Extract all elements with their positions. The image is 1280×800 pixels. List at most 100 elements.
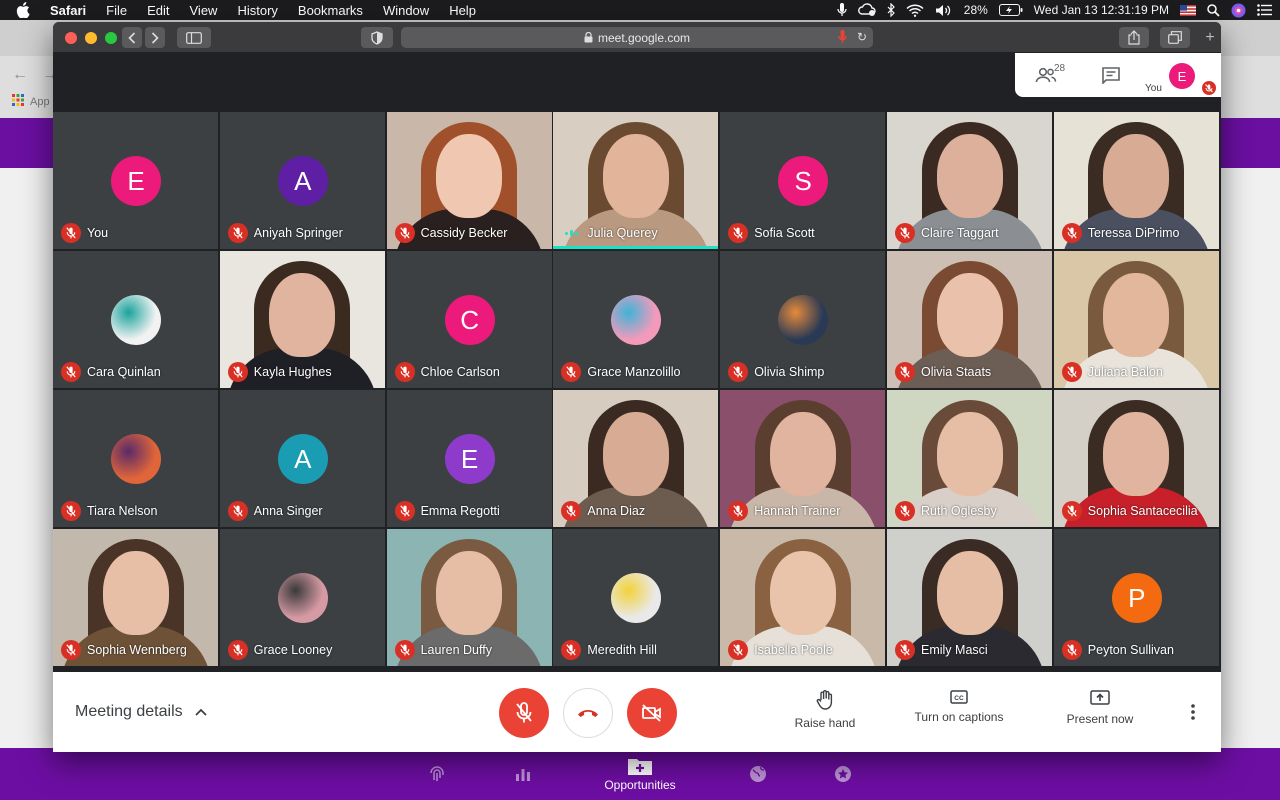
zoom-window-button[interactable] bbox=[105, 32, 117, 44]
leave-call-button[interactable] bbox=[563, 688, 613, 738]
safari-window: meet.google.com ↻ + 28 E You E You A Ani… bbox=[53, 22, 1221, 752]
menu-edit[interactable]: Edit bbox=[147, 3, 169, 18]
bluetooth-icon[interactable] bbox=[887, 3, 895, 17]
menu-window[interactable]: Window bbox=[383, 3, 429, 18]
meet-top-right-panel: 28 E You bbox=[1015, 53, 1221, 97]
hand-icon bbox=[816, 690, 833, 710]
star-badge-icon[interactable] bbox=[830, 748, 856, 800]
back-button[interactable] bbox=[122, 27, 142, 48]
menu-history[interactable]: History bbox=[237, 3, 277, 18]
participant-tile[interactable]: A Aniyah Springer bbox=[219, 112, 385, 249]
more-vert-icon bbox=[1191, 704, 1195, 720]
mic-off-icon bbox=[61, 640, 81, 660]
participant-tile[interactable]: Olivia Shimp bbox=[720, 251, 886, 388]
tab-overview-button[interactable] bbox=[1160, 27, 1190, 48]
participant-tile[interactable]: Lauren Duffy bbox=[386, 529, 552, 666]
forward-button[interactable] bbox=[145, 27, 165, 48]
participant-name-row: Cara Quinlan bbox=[61, 362, 161, 382]
participant-tile[interactable]: C Chloe Carlson bbox=[386, 251, 552, 388]
participant-name-row: Chloe Carlson bbox=[394, 362, 500, 382]
participant-tile[interactable]: Teressa DiPrimo bbox=[1053, 112, 1219, 249]
participant-tile[interactable]: Sophia Santacecilia bbox=[1053, 390, 1219, 527]
participant-name: Sophia Santacecilia bbox=[1087, 504, 1198, 518]
chat-button[interactable] bbox=[1099, 53, 1123, 97]
nav-opportunities[interactable]: Opportunities bbox=[590, 748, 690, 800]
volume-icon[interactable] bbox=[935, 4, 953, 17]
closed-captions-icon: CC bbox=[950, 690, 968, 704]
address-bar[interactable]: meet.google.com ↻ bbox=[401, 27, 873, 48]
participant-tile[interactable]: Anna Diaz bbox=[553, 390, 719, 527]
meeting-details-button[interactable]: Meeting details bbox=[75, 672, 207, 752]
fingerprint-icon[interactable] bbox=[424, 748, 450, 800]
share-button[interactable] bbox=[1119, 27, 1149, 48]
participant-tile[interactable]: Hannah Trainer bbox=[720, 390, 886, 527]
menu-file[interactable]: File bbox=[106, 3, 127, 18]
mic-off-icon bbox=[394, 501, 415, 521]
reload-icon[interactable]: ↻ bbox=[857, 30, 867, 44]
wifi-icon[interactable] bbox=[906, 4, 924, 17]
minimize-window-button[interactable] bbox=[85, 32, 97, 44]
participant-tile[interactable]: Cassidy Becker bbox=[386, 112, 552, 249]
participant-tile[interactable]: S Sofia Scott bbox=[720, 112, 886, 249]
raise-hand-button[interactable]: Raise hand bbox=[765, 690, 885, 730]
participant-name: Claire Taggart bbox=[921, 226, 999, 240]
flag-icon[interactable] bbox=[1180, 4, 1196, 16]
close-window-button[interactable] bbox=[65, 32, 77, 44]
participant-tile[interactable]: Cara Quinlan bbox=[53, 251, 218, 388]
apple-logo-icon[interactable] bbox=[16, 2, 30, 18]
participant-tile[interactable]: E Emma Regotti bbox=[386, 390, 552, 527]
participant-tile[interactable]: E You bbox=[53, 112, 218, 249]
present-now-button[interactable]: Present now bbox=[1040, 690, 1160, 726]
battery-percent[interactable]: 28% bbox=[964, 3, 988, 17]
back-arrow-icon[interactable]: ← bbox=[12, 66, 28, 84]
privacy-shield-button[interactable] bbox=[361, 27, 393, 48]
bookmarks-bar: App bbox=[12, 94, 50, 109]
mic-off-icon bbox=[728, 362, 749, 382]
mic-off-icon bbox=[61, 501, 81, 521]
apps-grid-icon[interactable] bbox=[12, 94, 24, 109]
participant-tile[interactable]: Julia Querey bbox=[553, 112, 719, 249]
menu-help[interactable]: Help bbox=[449, 3, 476, 18]
participant-tile[interactable]: Tiara Nelson bbox=[53, 390, 218, 527]
participants-button[interactable] bbox=[1031, 53, 1061, 97]
date-time[interactable]: Wed Jan 13 12:31:19 PM bbox=[1034, 3, 1169, 17]
participant-tile[interactable]: Emily Masci bbox=[887, 529, 1052, 666]
participant-tile[interactable]: Isabella Poole bbox=[720, 529, 886, 666]
more-options-button[interactable] bbox=[1181, 700, 1205, 724]
creative-cloud-icon[interactable] bbox=[857, 3, 876, 17]
participant-name: Cara Quinlan bbox=[87, 365, 161, 379]
sidebar-button[interactable] bbox=[177, 27, 211, 48]
self-avatar[interactable]: E bbox=[1169, 63, 1195, 89]
globe-icon[interactable] bbox=[745, 748, 771, 800]
participant-tile[interactable]: P Peyton Sullivan bbox=[1053, 529, 1219, 666]
spotlight-search-icon[interactable] bbox=[1207, 3, 1220, 17]
participant-tile[interactable]: Grace Manzolillo bbox=[553, 251, 719, 388]
participant-tile[interactable]: Olivia Staats bbox=[887, 251, 1052, 388]
bar-chart-icon[interactable] bbox=[510, 748, 536, 800]
new-tab-button[interactable]: + bbox=[1199, 27, 1221, 48]
siri-icon[interactable] bbox=[1231, 3, 1246, 18]
menu-safari[interactable]: Safari bbox=[50, 3, 86, 18]
tab-microphone-icon[interactable] bbox=[838, 30, 847, 47]
participant-tile[interactable]: Ruth Oglesby bbox=[887, 390, 1052, 527]
battery-icon[interactable] bbox=[998, 4, 1023, 16]
participant-tile[interactable]: Grace Looney bbox=[219, 529, 385, 666]
participant-tile[interactable]: Meredith Hill bbox=[553, 529, 719, 666]
toggle-camera-button[interactable] bbox=[627, 688, 677, 738]
notification-center-icon[interactable] bbox=[1257, 4, 1272, 16]
participant-name-row: Hannah Trainer bbox=[728, 501, 840, 521]
bookmarks-apps-label[interactable]: App bbox=[30, 96, 50, 108]
menu-bookmarks[interactable]: Bookmarks bbox=[298, 3, 363, 18]
nav-opportunities-label: Opportunities bbox=[604, 778, 676, 792]
plus-icon: + bbox=[1205, 28, 1215, 46]
participant-tile[interactable]: Sophia Wennberg bbox=[53, 529, 218, 666]
participant-tile[interactable]: A Anna Singer bbox=[219, 390, 385, 527]
participant-name-row: Peyton Sullivan bbox=[1061, 640, 1174, 660]
participant-tile[interactable]: Claire Taggart bbox=[887, 112, 1052, 249]
captions-button[interactable]: CC Turn on captions bbox=[899, 690, 1019, 724]
menu-view[interactable]: View bbox=[190, 3, 218, 18]
toggle-microphone-button[interactable] bbox=[499, 688, 549, 738]
participant-tile[interactable]: Kayla Hughes bbox=[219, 251, 385, 388]
participant-tile[interactable]: Juliana Balon bbox=[1053, 251, 1219, 388]
microphone-status-icon[interactable] bbox=[837, 3, 847, 17]
